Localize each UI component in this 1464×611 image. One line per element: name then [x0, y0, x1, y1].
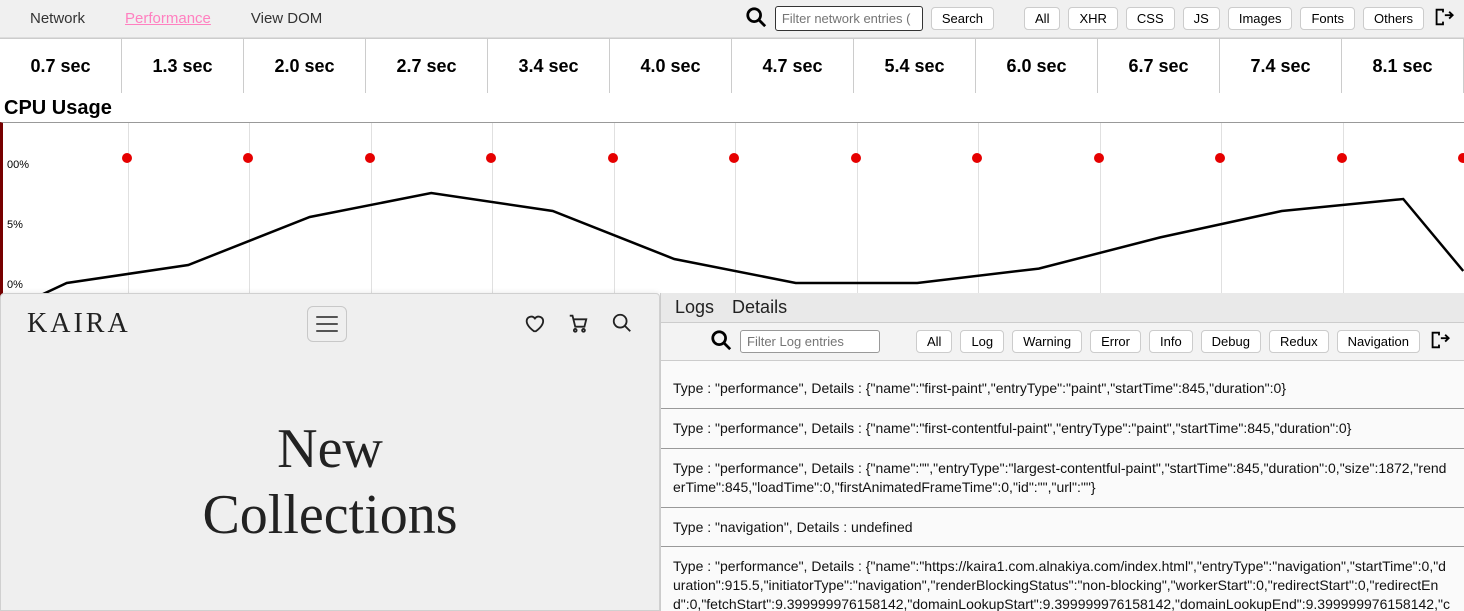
filter-others[interactable]: Others [1363, 7, 1424, 30]
log-filter-input[interactable] [740, 330, 880, 353]
filter-all[interactable]: All [1024, 7, 1060, 30]
log-filter-debug[interactable]: Debug [1201, 330, 1261, 353]
page-preview-pane: KAIRA NewCollections [0, 293, 660, 611]
timeline-tick: 3.4 sec [488, 39, 610, 93]
tab-details[interactable]: Details [732, 297, 787, 318]
network-filter-input[interactable] [775, 6, 923, 31]
main-tabs: Network Performance View DOM [30, 10, 322, 27]
heart-icon[interactable] [523, 312, 545, 337]
log-filter-log[interactable]: Log [960, 330, 1004, 353]
filter-js[interactable]: JS [1183, 7, 1220, 30]
hero-title: NewCollections [202, 416, 457, 548]
log-filter-warning[interactable]: Warning [1012, 330, 1082, 353]
log-list[interactable]: Type : "performance", Details : {"name":… [661, 361, 1464, 611]
timeline-tick: 2.7 sec [366, 39, 488, 93]
log-row[interactable]: Type : "performance", Details : {"name":… [661, 547, 1464, 611]
details-tabs: Logs Details [661, 293, 1464, 323]
search-icon[interactable] [710, 329, 732, 354]
tab-network[interactable]: Network [30, 10, 85, 27]
timeline-tick: 8.1 sec [1342, 39, 1464, 93]
timeline-tick: 0.7 sec [0, 39, 122, 93]
cpu-usage-chart[interactable]: 00% 5% 0% [0, 122, 1464, 300]
brand-logo[interactable]: KAIRA [27, 308, 131, 340]
filter-fonts[interactable]: Fonts [1300, 7, 1355, 30]
search-icon[interactable] [611, 312, 633, 337]
cpu-usage-title: CPU Usage [0, 93, 1464, 122]
details-pane: Logs Details All Log Warning Error Info … [660, 293, 1464, 611]
log-filter-error[interactable]: Error [1090, 330, 1141, 353]
preview-body: NewCollections [1, 354, 659, 610]
timeline-tick: 1.3 sec [122, 39, 244, 93]
log-filter-redux[interactable]: Redux [1269, 330, 1329, 353]
timeline-tick: 4.7 sec [732, 39, 854, 93]
log-row[interactable]: Type : "navigation", Details : undefined [661, 508, 1464, 548]
timeline-tick: 7.4 sec [1220, 39, 1342, 93]
devtools-toolbar: Network Performance View DOM Search All … [0, 0, 1464, 38]
log-row[interactable]: Type : "performance", Details : {"name":… [661, 449, 1464, 508]
tab-view-dom[interactable]: View DOM [251, 10, 322, 27]
search-button[interactable]: Search [931, 7, 994, 30]
log-toolbar: All Log Warning Error Info Debug Redux N… [661, 323, 1464, 361]
export-icon[interactable] [1432, 6, 1454, 31]
cart-icon[interactable] [567, 312, 589, 337]
timeline-tick: 2.0 sec [244, 39, 366, 93]
preview-header: KAIRA [1, 294, 659, 354]
filter-images[interactable]: Images [1228, 7, 1293, 30]
filter-css[interactable]: CSS [1126, 7, 1175, 30]
timeline-tick: 6.0 sec [976, 39, 1098, 93]
log-filter-all[interactable]: All [916, 330, 952, 353]
timeline-tick: 5.4 sec [854, 39, 976, 93]
log-row[interactable]: Type : "performance", Details : {"name":… [661, 369, 1464, 409]
log-row[interactable]: Type : "performance", Details : {"name":… [661, 409, 1464, 449]
tab-logs[interactable]: Logs [675, 297, 714, 318]
timeline-tick: 4.0 sec [610, 39, 732, 93]
timeline-tick: 6.7 sec [1098, 39, 1220, 93]
hamburger-menu[interactable] [307, 306, 347, 342]
search-icon[interactable] [745, 6, 767, 31]
tab-performance[interactable]: Performance [125, 10, 211, 27]
filter-xhr[interactable]: XHR [1068, 7, 1117, 30]
timeline-ruler: 0.7 sec 1.3 sec 2.0 sec 2.7 sec 3.4 sec … [0, 38, 1464, 93]
preview-icon-group [523, 312, 633, 337]
log-filter-navigation[interactable]: Navigation [1337, 330, 1420, 353]
log-filter-info[interactable]: Info [1149, 330, 1193, 353]
bottom-panels: KAIRA NewCollections Logs Details All Lo… [0, 293, 1464, 611]
export-icon[interactable] [1428, 329, 1450, 354]
